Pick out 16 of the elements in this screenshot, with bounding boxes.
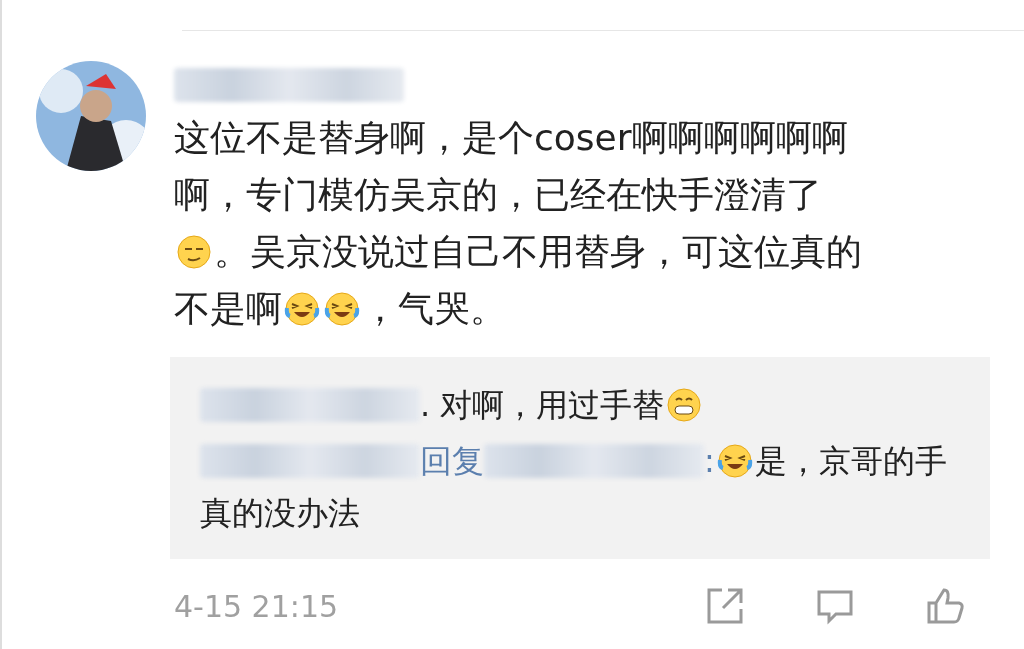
laughing-tears-emoji-icon: [284, 290, 320, 327]
comment-text: 这位不是替身啊，是个coser啊啊啊啊啊啊: [174, 116, 848, 160]
comment-text: 不是啊: [174, 287, 282, 331]
reply-link[interactable]: :: [704, 435, 715, 487]
timestamp: 4-15 21:15: [174, 588, 340, 624]
laughing-tears-emoji-icon: [324, 290, 360, 327]
reply-link[interactable]: 回复: [420, 435, 484, 487]
comment-text: ，气哭。: [362, 287, 506, 331]
smirk-emoji-icon: [176, 233, 212, 270]
comment-text: . 对啊，用过手替: [420, 385, 665, 426]
comment-text: 是，京哥的手: [754, 441, 947, 482]
comment-text: 真的没办法: [200, 493, 360, 534]
laughing-tears-emoji-icon: [716, 443, 753, 479]
comment-text: 啊，专门模仿吴京的，已经在快手澄清了: [174, 173, 822, 217]
grin-emoji-icon: [666, 387, 703, 423]
comment-text: 。吴京没说过自己不用替身，可这位真的: [214, 230, 862, 274]
